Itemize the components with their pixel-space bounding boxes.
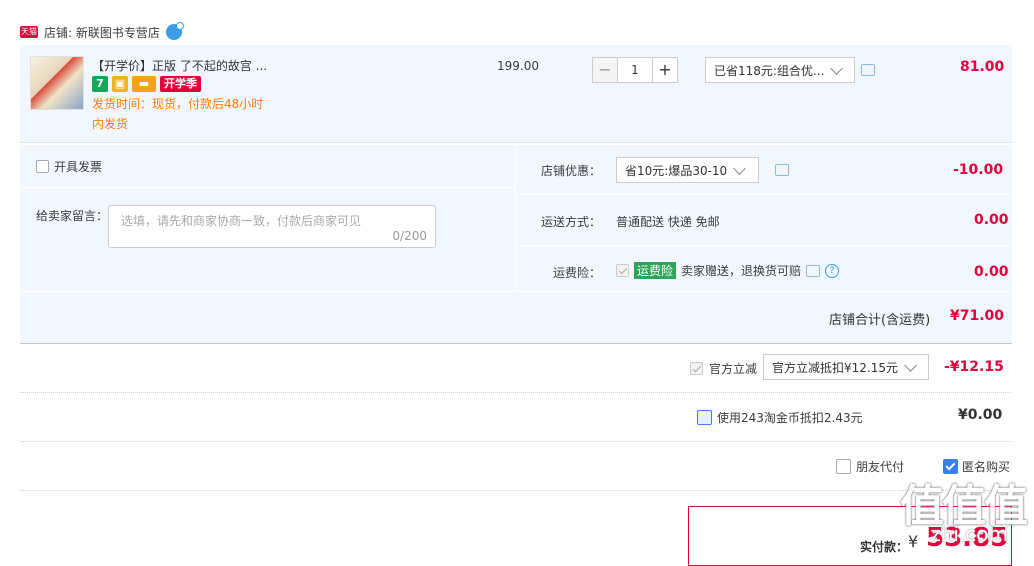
divider <box>20 441 1012 442</box>
divider <box>516 194 1012 195</box>
divider <box>20 187 515 188</box>
tmall-logo: 天猫 <box>20 26 38 38</box>
watermark-url: zhi.com <box>930 522 1008 546</box>
service-tags: 7 ▣ ▬ 开学季 <box>92 76 201 92</box>
message-label: 给卖家留言： <box>36 209 109 223</box>
insurance-option: 运费险 卖家赠送，退换货可赔 ? <box>616 262 840 279</box>
item-promo-select-value: 已省118元:组合优... <box>714 63 825 78</box>
friend-pay-option[interactable]: 朋友代付 <box>836 458 904 475</box>
official-discount-select[interactable]: 官方立减抵扣¥12.15元 <box>763 354 929 380</box>
shop-total-amount: ¥71.00 <box>950 308 1005 324</box>
panel-divider <box>515 145 516 291</box>
invoice-label: 开具发票 <box>54 160 103 174</box>
message-counter: 0/200 <box>392 229 427 243</box>
taojinbi-option[interactable]: 使用243淘金币抵扣2.43元 <box>697 409 863 426</box>
qty-minus-button[interactable]: − <box>592 57 618 83</box>
message-placeholder: 选填，请先和商家协商一致，付款后商家可见 <box>121 214 362 228</box>
delivery-amount: 0.00 <box>974 212 1009 228</box>
official-discount-amount: -¥12.15 <box>944 359 1004 375</box>
wangwang-chat-icon[interactable] <box>165 22 184 40</box>
divider <box>516 245 1012 246</box>
payment-currency: ¥ <box>908 532 919 551</box>
comment-icon[interactable] <box>861 64 875 76</box>
delivery-value: 普通配送 快递 免邮 <box>616 215 720 229</box>
chevron-down-icon <box>733 161 747 175</box>
friend-pay-label: 朋友代付 <box>856 460 905 474</box>
official-discount-select-value: 官方立减抵扣¥12.15元 <box>772 360 898 375</box>
help-icon[interactable]: ? <box>825 263 840 278</box>
invoice-option[interactable]: 开具发票 <box>36 158 102 175</box>
unit-price: 199.00 <box>497 59 539 73</box>
shop-discount-amount: -10.00 <box>953 162 1004 178</box>
invoice-checkbox[interactable] <box>36 160 49 173</box>
chevron-down-icon <box>904 358 917 372</box>
taojinbi-amount: ¥0.00 <box>958 407 1003 423</box>
divider <box>20 392 1012 393</box>
insurance-badge: 运费险 <box>634 262 677 279</box>
official-discount-checkbox <box>690 362 703 375</box>
kaixue-badge: 开学季 <box>160 76 201 92</box>
taojinbi-checkbox[interactable] <box>697 410 712 425</box>
comment-icon[interactable] <box>806 264 821 277</box>
insurance-label: 运费险： <box>553 266 602 280</box>
shop-discount-label: 店铺优惠： <box>541 164 602 178</box>
official-discount-label: 官方立减 <box>709 362 758 376</box>
divider <box>20 490 1012 491</box>
seller-message-input[interactable]: 选填，请先和商家协商一致，付款后商家可见 0/200 <box>108 205 436 248</box>
guarantee-icon: ▣ <box>112 76 128 92</box>
divider <box>20 291 1012 292</box>
friend-pay-checkbox[interactable] <box>836 459 851 474</box>
quantity-stepper: − 1 + <box>592 57 678 83</box>
shop-name[interactable]: 店铺: 新联图书专营店 <box>44 24 160 41</box>
insurance-checkbox <box>616 264 629 277</box>
comment-icon[interactable] <box>775 164 789 176</box>
qty-plus-button[interactable]: + <box>652 57 678 83</box>
item-subtotal: 81.00 <box>960 59 1005 75</box>
credit-card-icon: ▬ <box>132 76 156 92</box>
shipping-note-line2: 内发货 <box>92 117 129 131</box>
seven-day-return-icon: 7 <box>92 76 108 92</box>
qty-input[interactable]: 1 <box>618 57 652 83</box>
taojinbi-label: 使用243淘金币抵扣2.43元 <box>717 411 863 425</box>
shop-discount-select[interactable]: 省10元:爆品30-10 <box>616 157 759 183</box>
insurance-text: 卖家赠送，退换货可赔 <box>681 264 802 278</box>
shop-header: 天猫 店铺: 新联图书专营店 <box>20 22 184 42</box>
shop-discount-select-value: 省10元:爆品30-10 <box>625 163 728 178</box>
product-title[interactable]: 【开学价】正版 了不起的故宫 ... <box>92 57 267 74</box>
item-promo-select[interactable]: 已省118元:组合优... <box>705 57 855 83</box>
delivery-label: 运送方式： <box>541 215 602 229</box>
chevron-down-icon <box>830 61 844 75</box>
shipping-note-line1: 发货时间：现货，付款后48小时 <box>92 97 264 111</box>
insurance-amount: 0.00 <box>974 264 1009 280</box>
official-discount-option: 官方立减 <box>690 360 757 377</box>
payment-label: 实付款： <box>860 540 909 554</box>
product-thumbnail[interactable] <box>30 56 84 110</box>
shop-total-label: 店铺合计(含运费) <box>829 313 931 328</box>
